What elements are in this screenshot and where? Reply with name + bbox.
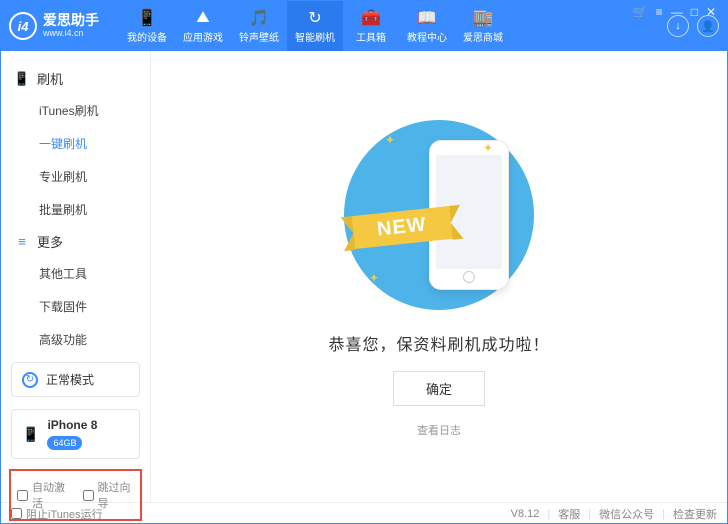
cart-icon[interactable]: 🛒	[631, 3, 650, 21]
hamburger-icon: ≡	[15, 234, 29, 249]
sidebar: 📱 刷机 iTunes刷机 一键刷机 专业刷机 批量刷机 ≡ 更多 其他工具 下…	[1, 51, 151, 502]
menu-icon[interactable]: ≡	[654, 3, 665, 21]
device-name: iPhone 8	[47, 418, 97, 432]
book-icon: 📖	[417, 9, 437, 27]
success-message: 恭喜您，保资料刷机成功啦！	[328, 331, 549, 355]
sidebar-item-advanced[interactable]: 高级功能	[1, 323, 150, 356]
nav-toolbox[interactable]: 🧰工具箱	[343, 1, 399, 51]
app-header: i4 爱思助手 www.i4.cn 📱我的设备 ⛰应用游戏 🎵铃声壁纸 ↻智能刷…	[1, 1, 727, 51]
main-nav: 📱我的设备 ⛰应用游戏 🎵铃声壁纸 ↻智能刷机 🧰工具箱 📖教程中心 🏬爱思商城	[119, 1, 659, 51]
device-mode-box[interactable]: ↻ 正常模式	[11, 362, 140, 397]
confirm-button[interactable]: 确定	[393, 371, 485, 406]
brand-name: 爱思助手	[43, 13, 99, 28]
storage-badge: 64GB	[47, 436, 82, 450]
sidebar-item-itunes-flash[interactable]: iTunes刷机	[1, 94, 150, 127]
mode-label: 正常模式	[46, 371, 94, 388]
block-itunes-checkbox[interactable]: 阻止iTunes运行	[11, 506, 103, 522]
logo: i4 爱思助手 www.i4.cn	[9, 12, 99, 40]
nav-ringtones[interactable]: 🎵铃声壁纸	[231, 1, 287, 51]
sidebar-item-oneclick-flash[interactable]: 一键刷机	[1, 127, 150, 160]
wechat-link[interactable]: 微信公众号	[599, 506, 654, 522]
sidebar-item-download-firmware[interactable]: 下载固件	[1, 290, 150, 323]
apps-icon: ⛰	[196, 9, 209, 27]
nav-apps[interactable]: ⛰应用游戏	[175, 1, 231, 51]
device-info-box[interactable]: 📱 iPhone 8 64GB	[11, 409, 140, 459]
brand-url: www.i4.cn	[43, 29, 99, 39]
logo-icon: i4	[9, 12, 37, 40]
phone-icon: 📱	[22, 426, 39, 443]
phone-icon: 📱	[15, 71, 29, 87]
version-label: V8.12	[511, 508, 540, 520]
view-log-link[interactable]: 查看日志	[417, 422, 461, 438]
music-icon: 🎵	[249, 9, 269, 27]
nav-flash[interactable]: ↻智能刷机	[287, 1, 343, 51]
sidebar-group-more: ≡ 更多	[1, 226, 150, 257]
close-button[interactable]: ✕	[704, 3, 718, 21]
nav-my-device[interactable]: 📱我的设备	[119, 1, 175, 51]
nav-store[interactable]: 🏬爱思商城	[455, 1, 511, 51]
sidebar-group-flash: 📱 刷机	[1, 63, 150, 94]
refresh-icon: ↻	[308, 9, 321, 27]
sidebar-item-other-tools[interactable]: 其他工具	[1, 257, 150, 290]
device-icon: 📱	[137, 9, 157, 27]
toolbox-icon: 🧰	[361, 9, 381, 27]
nav-tutorials[interactable]: 📖教程中心	[399, 1, 455, 51]
sidebar-item-batch-flash[interactable]: 批量刷机	[1, 193, 150, 226]
store-icon: 🏬	[473, 9, 493, 27]
minimize-button[interactable]: —	[669, 3, 685, 21]
main-content: NEW ✦ ✦ ✦ 恭喜您，保资料刷机成功啦！ 确定 查看日志	[151, 51, 727, 502]
support-link[interactable]: 客服	[558, 506, 580, 522]
maximize-button[interactable]: □	[689, 3, 700, 21]
check-update-link[interactable]: 检查更新	[673, 506, 717, 522]
success-illustration: NEW ✦ ✦ ✦	[329, 115, 549, 315]
sidebar-item-pro-flash[interactable]: 专业刷机	[1, 160, 150, 193]
mode-icon: ↻	[22, 372, 38, 388]
